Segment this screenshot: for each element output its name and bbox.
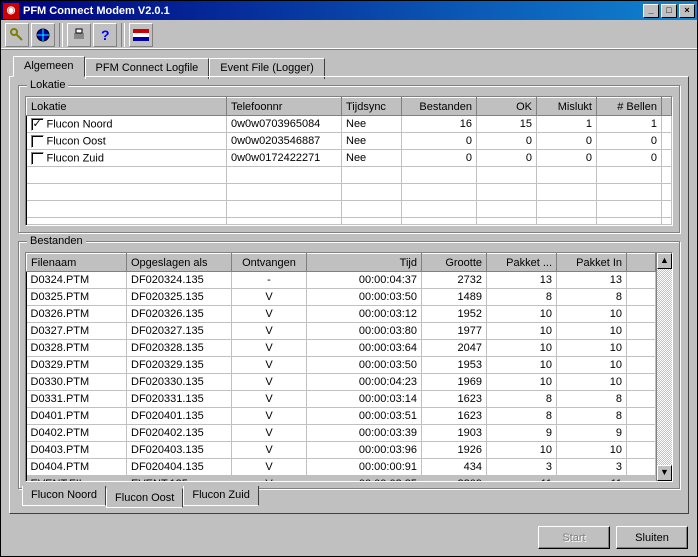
scroll-up-icon[interactable]: ▲	[657, 253, 672, 269]
table-row	[27, 167, 672, 184]
btab-oost[interactable]: Flucon Oost	[106, 488, 183, 508]
toolbar: ?	[1, 20, 697, 50]
col-bellen[interactable]: # Bellen	[597, 98, 662, 116]
col-opgeslagen[interactable]: Opgeslagen als	[127, 254, 232, 272]
col-pakket-uit[interactable]: Pakket ...	[487, 254, 557, 272]
lokatie-table[interactable]: Lokatie Telefoonnr Tijdsync Bestanden OK…	[26, 97, 672, 226]
table-row[interactable]: D0402.PTMDF020402.135V00:00:03:39190399	[27, 425, 656, 442]
table-row	[27, 218, 672, 227]
scroll-down-icon[interactable]: ▼	[657, 465, 672, 481]
toolbar-separator	[121, 23, 125, 47]
group-lokatie: Lokatie Lokatie Telefoonnr Tijdsync Best…	[18, 85, 680, 233]
col-spacer	[662, 98, 672, 116]
key-icon[interactable]	[5, 23, 29, 47]
bestanden-table[interactable]: Filenaam Opgeslagen als Ontvangen Tijd G…	[26, 253, 656, 481]
group-lokatie-title: Lokatie	[27, 79, 68, 91]
table-row[interactable]: D0401.PTMDF020401.135V00:00:03:51162388	[27, 408, 656, 425]
table-row[interactable]: D0403.PTMDF020403.135V00:00:03:961926101…	[27, 442, 656, 459]
tab-algemeen[interactable]: Algemeen	[13, 56, 85, 77]
group-bestanden: Bestanden Filenaam Opgeslagen als Ontvan…	[18, 241, 680, 489]
printer-icon[interactable]	[67, 23, 91, 47]
col-grootte[interactable]: Grootte	[422, 254, 487, 272]
window-title: PFM Connect Modem V2.0.1	[23, 5, 643, 17]
tab-body: Lokatie Lokatie Telefoonnr Tijdsync Best…	[9, 76, 689, 514]
col-ontvangen[interactable]: Ontvangen	[232, 254, 307, 272]
titlebar: ◉ PFM Connect Modem V2.0.1 _ □ ×	[1, 1, 697, 20]
checkbox[interactable]	[31, 118, 44, 131]
minimize-button[interactable]: _	[643, 4, 659, 18]
col-filenaam[interactable]: Filenaam	[27, 254, 127, 272]
table-row[interactable]: Flucon Oost0w0w0203546887Nee0000	[27, 133, 672, 150]
toolbar-separator	[59, 23, 63, 47]
table-row[interactable]: Flucon Noord0w0w0703965084Nee161511	[27, 116, 672, 133]
table-row[interactable]: D0324.PTMDF020324.135-00:00:04:372732131…	[27, 272, 656, 289]
checkbox[interactable]	[31, 135, 44, 148]
table-row[interactable]: D0327.PTMDF020327.135V00:00:03:801977101…	[27, 323, 656, 340]
sluiten-button[interactable]: Sluiten	[616, 526, 688, 549]
main-tabs: Algemeen PFM Connect Logfile Event File …	[9, 56, 689, 77]
btab-zuid[interactable]: Flucon Zuid	[183, 486, 258, 506]
checkbox[interactable]	[31, 152, 44, 165]
btab-noord[interactable]: Flucon Noord	[22, 486, 106, 506]
table-row	[27, 184, 672, 201]
table-row[interactable]: D0329.PTMDF020329.135V00:00:03:501953101…	[27, 357, 656, 374]
help-icon[interactable]: ?	[93, 23, 117, 47]
svg-text:?: ?	[101, 27, 110, 43]
table-row[interactable]: D0331.PTMDF020331.135V00:00:03:14162388	[27, 391, 656, 408]
table-row[interactable]: D0328.PTMDF020328.135V00:00:03:642047101…	[27, 340, 656, 357]
scrollbar[interactable]: ▲ ▼	[656, 253, 672, 481]
globe-icon[interactable]	[31, 23, 55, 47]
table-row[interactable]: D0404.PTMDF020404.135V00:00:00:9143433	[27, 459, 656, 476]
scroll-track[interactable]	[657, 269, 672, 465]
location-tabs: Flucon Noord Flucon Oost Flucon Zuid	[18, 489, 680, 509]
main-window: ◉ PFM Connect Modem V2.0.1 _ □ × ? Algem…	[0, 0, 698, 557]
flag-icon[interactable]	[129, 23, 153, 47]
table-row[interactable]: D0330.PTMDF020330.135V00:00:04:231969101…	[27, 374, 656, 391]
col-lokatie[interactable]: Lokatie	[27, 98, 227, 116]
col-ok[interactable]: OK	[477, 98, 537, 116]
table-row[interactable]: D0325.PTMDF020325.135V00:00:03:50148988	[27, 289, 656, 306]
table-row[interactable]: EVENT.FILEVENT.135V00:00:03:8522091111	[27, 476, 656, 482]
col-telefoon[interactable]: Telefoonnr	[227, 98, 342, 116]
group-bestanden-title: Bestanden	[27, 235, 86, 247]
table-row[interactable]: Flucon Zuid0w0w0172422271Nee0000	[27, 150, 672, 167]
footer-buttons: Start Sluiten	[538, 526, 688, 549]
maximize-button[interactable]: □	[661, 4, 677, 18]
col-mislukt[interactable]: Mislukt	[537, 98, 597, 116]
col-bestanden[interactable]: Bestanden	[402, 98, 477, 116]
close-button[interactable]: ×	[679, 4, 695, 18]
col-tijdsync[interactable]: Tijdsync	[342, 98, 402, 116]
col-spacer	[627, 254, 656, 272]
col-tijd[interactable]: Tijd	[307, 254, 422, 272]
table-row[interactable]: D0326.PTMDF020326.135V00:00:03:121952101…	[27, 306, 656, 323]
start-button[interactable]: Start	[538, 526, 610, 549]
col-pakket-in[interactable]: Pakket In	[557, 254, 627, 272]
app-icon: ◉	[3, 3, 19, 19]
table-row	[27, 201, 672, 218]
